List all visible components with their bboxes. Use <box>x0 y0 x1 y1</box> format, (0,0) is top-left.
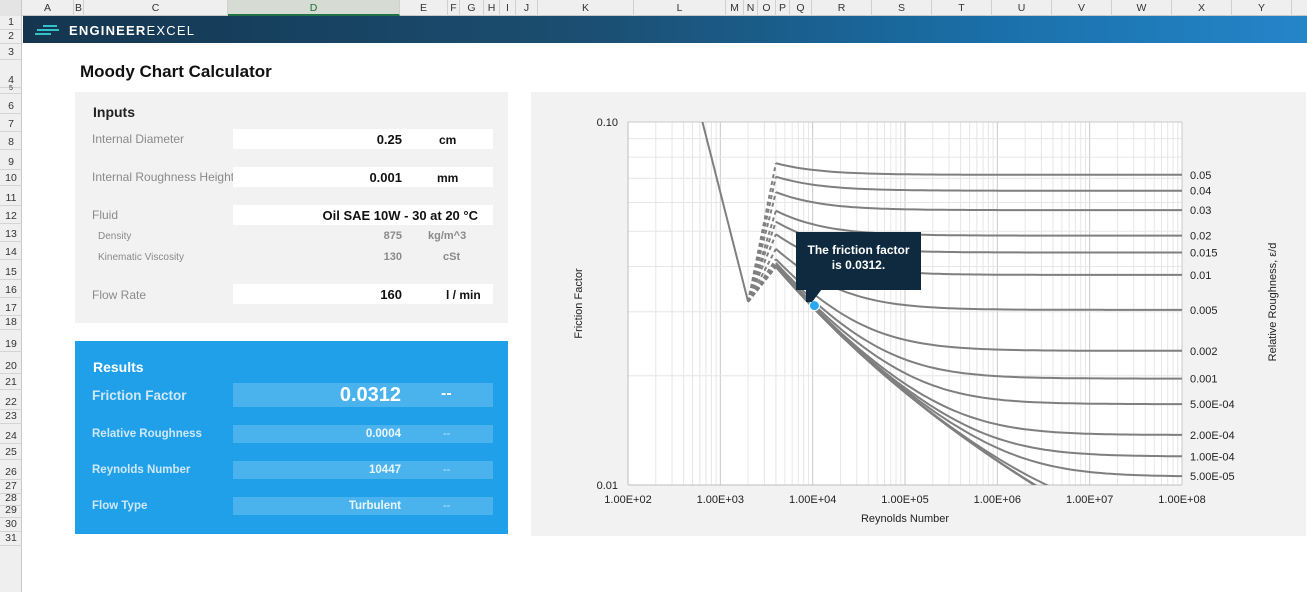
roughness-label: 0.05 <box>1190 170 1211 182</box>
roughness-label: 5.00E-05 <box>1190 471 1235 483</box>
roughness-label: 5.00E-04 <box>1190 399 1235 411</box>
roughness-label: 0.002 <box>1190 346 1218 358</box>
friction-factor-callout: The friction factor is 0.0312. <box>796 232 921 290</box>
roughness-label: 0.04 <box>1190 186 1211 198</box>
roughness-label: 2.00E-04 <box>1190 430 1235 442</box>
roughness-label: 0.001 <box>1190 374 1218 386</box>
callout-line-2: is 0.0312. <box>831 258 886 272</box>
callout-pointer <box>806 289 822 302</box>
x-tick-label: 1.00E+03 <box>697 494 744 506</box>
x-tick-label: 1.00E+02 <box>604 494 651 506</box>
roughness-label: 0.015 <box>1190 248 1218 260</box>
spreadsheet-window: ABCDEFGHIJKLMNOPQRSTUVWXY 1 2 3 4 5 6 7 8 9 10 11 1… <box>0 0 1307 592</box>
x-tick-label: 1.00E+04 <box>789 494 836 506</box>
callout-line-1: The friction factor <box>807 243 910 257</box>
x-tick-label: 1.00E+06 <box>974 494 1021 506</box>
roughness-label: 0.02 <box>1190 231 1211 243</box>
x-tick-label: 1.00E+05 <box>881 494 928 506</box>
x-tick-label: 1.00E+07 <box>1066 494 1113 506</box>
x-axis-title: Reynolds Number <box>861 513 949 525</box>
y-tick-label: 0.01 <box>597 480 618 492</box>
secondary-axis-title: Relative Roughness, ε/d <box>1267 243 1279 362</box>
y-tick-label: 0.10 <box>597 117 618 129</box>
x-tick-label: 1.00E+08 <box>1158 494 1205 506</box>
operating-point-marker <box>808 300 820 312</box>
roughness-label: 0.03 <box>1190 205 1211 217</box>
roughness-label: 1.00E-04 <box>1190 451 1235 463</box>
moody-chart: 0.05 0.04 0.03 0.02 0.015 0.01 0.005 0.002 0.001… <box>573 117 1279 525</box>
y-axis-title: Friction Factor <box>573 268 585 339</box>
roughness-label: 0.005 <box>1190 305 1218 317</box>
roughness-label: 0.01 <box>1190 270 1211 282</box>
